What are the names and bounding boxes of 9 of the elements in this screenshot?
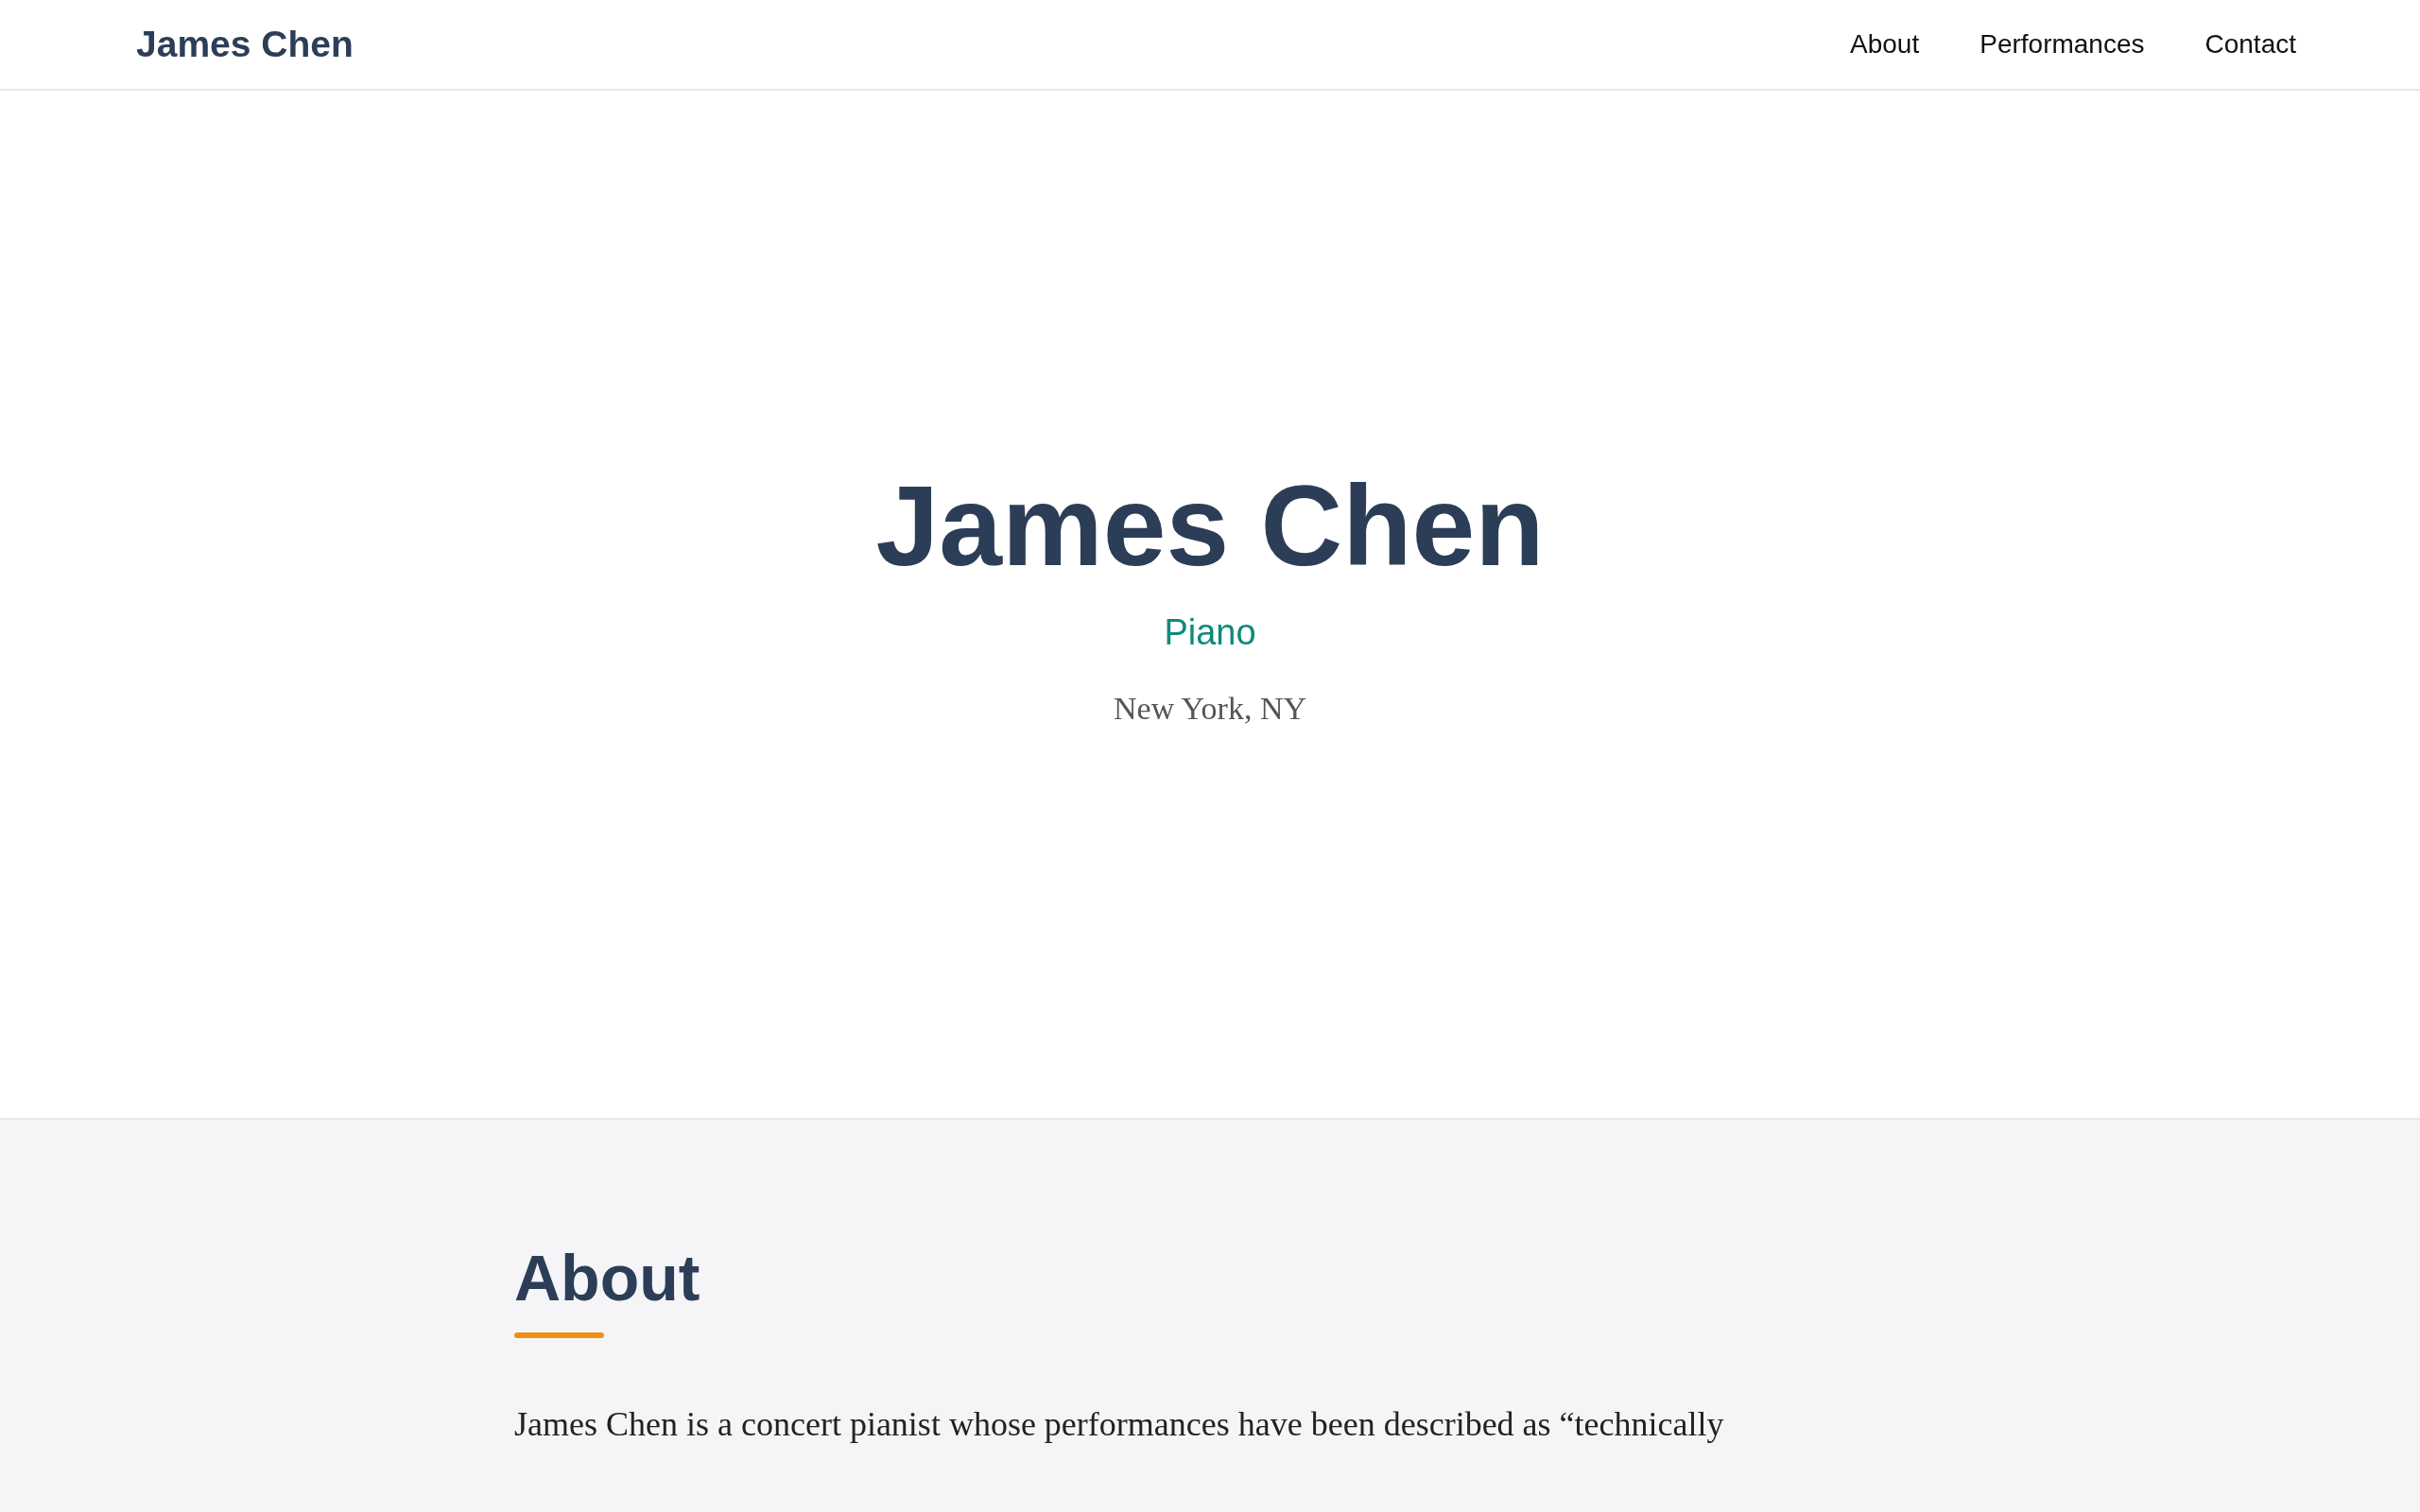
hero-location: New York, NY	[1114, 691, 1306, 727]
hero-name: James Chen	[875, 463, 1545, 588]
nav-link[interactable]: Contact	[2204, 29, 2296, 60]
about-paragraph: James Chen is a concert pianist whose performances have been described as “technically	[514, 1403, 1725, 1444]
nav-link[interactable]: Performances	[1979, 29, 2145, 60]
site-brand[interactable]: James Chen	[136, 24, 354, 65]
nav-link[interactable]: About	[1850, 29, 1920, 60]
section-heading: About	[514, 1243, 701, 1314]
hero-instrument: Piano	[1164, 612, 1256, 653]
